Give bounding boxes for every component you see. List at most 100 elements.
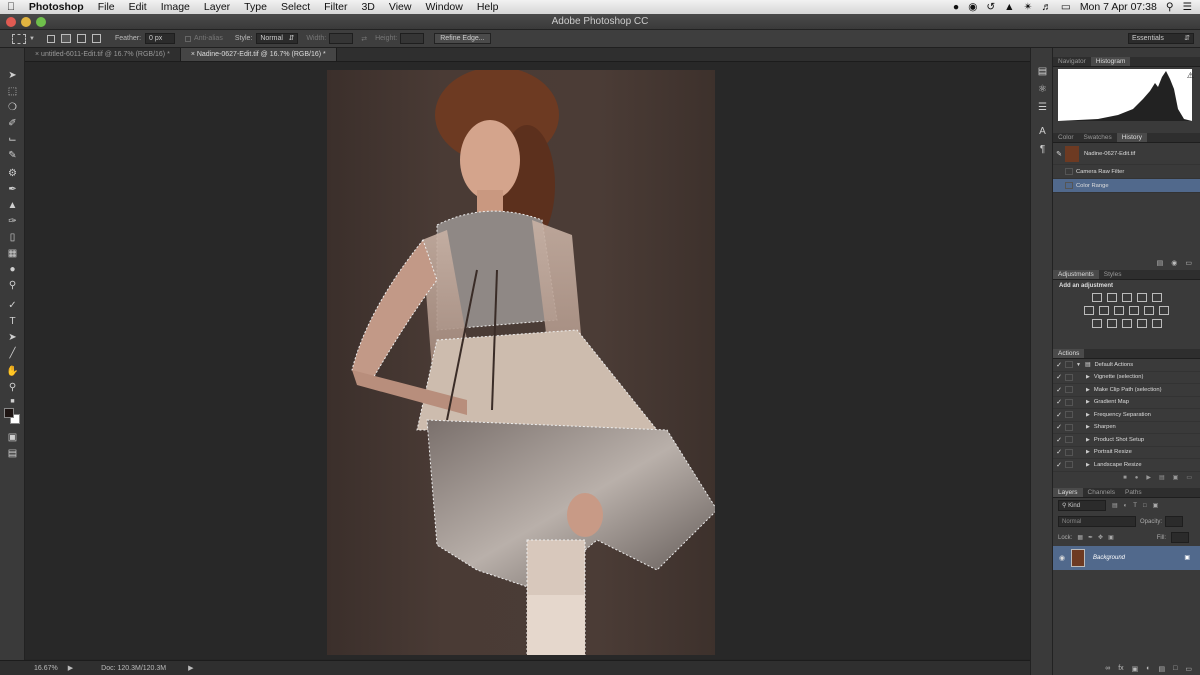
- screen-mode-icon[interactable]: ▤: [6, 448, 19, 460]
- menu-type[interactable]: Type: [237, 1, 274, 13]
- new-document-icon[interactable]: ▤: [1157, 259, 1164, 267]
- fx-icon[interactable]: fx: [1118, 665, 1123, 673]
- tab-channels[interactable]: Channels: [1083, 488, 1120, 497]
- stop-icon[interactable]: ■: [1123, 475, 1127, 481]
- lock-position-icon[interactable]: ✥: [1098, 534, 1103, 541]
- lock-all-icon[interactable]: ▣: [1108, 534, 1114, 541]
- status-menu-arrow[interactable]: ▶: [188, 664, 193, 672]
- new-selection-icon[interactable]: [46, 34, 55, 43]
- tab-adjustments[interactable]: Adjustments: [1053, 270, 1099, 279]
- properties-panel-icon[interactable]: ☰: [1036, 102, 1049, 114]
- camera-icon[interactable]: ◉: [1171, 259, 1177, 267]
- character-panel-icon[interactable]: A: [1036, 126, 1049, 138]
- height-input[interactable]: [400, 33, 425, 44]
- hand-tool-icon[interactable]: ✋: [6, 366, 19, 378]
- paragraph-panel-icon[interactable]: ¶: [1036, 144, 1049, 156]
- invert-icon[interactable]: [1091, 319, 1102, 328]
- minimize-window-button[interactable]: [21, 17, 31, 27]
- posterize-icon[interactable]: [1106, 319, 1117, 328]
- trash-icon[interactable]: ▭: [1185, 259, 1192, 267]
- zoom-tool-icon[interactable]: ⚲: [6, 382, 19, 394]
- document-image[interactable]: [327, 70, 715, 655]
- black-white-icon[interactable]: [1114, 306, 1124, 315]
- close-window-button[interactable]: [6, 17, 16, 27]
- smart-object-filter-icon[interactable]: ▣: [1153, 502, 1159, 509]
- history-item[interactable]: Camera Raw Filter: [1053, 165, 1200, 179]
- type-filter-icon[interactable]: T: [1133, 503, 1137, 509]
- hue-saturation-icon[interactable]: [1084, 306, 1094, 315]
- kind-filter-select[interactable]: ⚲ Kind: [1058, 500, 1106, 511]
- tab-nadine-0627[interactable]: × Nadine-0627-Edit.tif @ 16.7% (RGB/16) …: [180, 48, 337, 61]
- tab-actions[interactable]: Actions: [1053, 349, 1085, 358]
- swap-dimensions-icon[interactable]: ⇄: [361, 35, 367, 43]
- new-set-icon[interactable]: ▤: [1159, 474, 1165, 481]
- trash-icon[interactable]: ▭: [1185, 665, 1192, 673]
- menu-window[interactable]: Window: [418, 1, 469, 13]
- foreground-color-swatch[interactable]: [4, 408, 14, 418]
- history-brush-tool-icon[interactable]: ✑: [6, 216, 19, 228]
- path-selection-tool-icon[interactable]: ➤: [6, 332, 19, 344]
- tab-layers[interactable]: Layers: [1053, 487, 1083, 497]
- anti-alias-checkbox[interactable]: [185, 35, 192, 42]
- menu-3d[interactable]: 3D: [354, 1, 381, 13]
- warning-icon[interactable]: ⚠: [1187, 71, 1194, 80]
- menu-layer[interactable]: Layer: [197, 1, 237, 13]
- trash-icon[interactable]: ▭: [1186, 474, 1192, 481]
- share-icon[interactable]: ▶: [68, 664, 73, 672]
- action-row[interactable]: ✓ ▶ Product Shot Setup: [1053, 434, 1200, 447]
- type-tool-icon[interactable]: T: [6, 316, 19, 328]
- check-icon[interactable]: ✓: [1053, 423, 1065, 431]
- adjustment-layer-icon[interactable]: ◐: [1146, 665, 1150, 673]
- action-row[interactable]: ✓ ▶ Make Clip Path (selection): [1053, 384, 1200, 397]
- check-icon[interactable]: ✓: [1053, 373, 1065, 381]
- vibrance-icon[interactable]: [1151, 293, 1162, 302]
- dialog-toggle[interactable]: [1065, 436, 1073, 444]
- history-brush-source-icon[interactable]: ✎: [1053, 150, 1065, 158]
- action-row[interactable]: ✓ ▶ Frequency Separation: [1053, 409, 1200, 422]
- action-row[interactable]: ✓ ▶ Portrait Resize: [1053, 447, 1200, 459]
- bluetooth-icon[interactable]: ✴: [1024, 1, 1033, 13]
- intersect-selection-icon[interactable]: [91, 34, 101, 43]
- apple-icon[interactable]: : [0, 1, 22, 13]
- tab-color[interactable]: Color: [1053, 133, 1079, 142]
- wifi-icon[interactable]: ▲: [1004, 1, 1014, 13]
- history-item-selected[interactable]: Color Range: [1053, 179, 1200, 193]
- dialog-toggle[interactable]: [1065, 423, 1073, 431]
- pixel-filter-icon[interactable]: ▤: [1112, 502, 1118, 509]
- quick-mask-icon[interactable]: ▣: [6, 432, 19, 444]
- subtract-selection-icon[interactable]: [76, 34, 86, 43]
- add-mask-icon[interactable]: ▣: [1132, 665, 1139, 673]
- dialog-toggle[interactable]: [1065, 448, 1073, 456]
- volume-icon[interactable]: ♬: [1041, 1, 1052, 13]
- creative-cloud-icon[interactable]: ◉: [968, 1, 977, 13]
- lasso-tool-icon[interactable]: ❍: [6, 102, 19, 114]
- expand-triangle-icon[interactable]: ▶: [1086, 462, 1090, 468]
- marquee-preset-icon[interactable]: [12, 33, 26, 44]
- style-select[interactable]: Normal ⇵: [256, 33, 299, 44]
- tab-navigator[interactable]: Navigator: [1053, 57, 1091, 66]
- lock-image-icon[interactable]: ✒: [1088, 534, 1093, 541]
- tab-styles[interactable]: Styles: [1099, 270, 1127, 279]
- check-icon[interactable]: ✓: [1053, 361, 1065, 369]
- dialog-toggle[interactable]: [1065, 373, 1073, 381]
- action-row[interactable]: ✓ ▶ Gradient Map: [1053, 397, 1200, 409]
- eye-icon[interactable]: ◉: [1053, 554, 1071, 562]
- channel-mixer-icon[interactable]: [1144, 306, 1154, 315]
- default-colors-icon[interactable]: ■: [6, 396, 19, 408]
- action-row[interactable]: ✓ ▶ Vignette (selection): [1053, 372, 1200, 384]
- shape-filter-icon[interactable]: □: [1143, 503, 1147, 509]
- menu-select[interactable]: Select: [274, 1, 317, 13]
- spotlight-icon[interactable]: ⚲: [1166, 1, 1174, 13]
- expand-triangle-icon[interactable]: ▶: [1086, 387, 1090, 393]
- history-snapshot[interactable]: ✎ Nadine-0627-Edit.tif: [1053, 143, 1200, 165]
- check-icon[interactable]: ✓: [1053, 461, 1065, 469]
- new-group-icon[interactable]: ▤: [1159, 665, 1166, 673]
- opacity-input[interactable]: [1165, 516, 1184, 527]
- action-row[interactable]: ✓ ▶ Sharpen: [1053, 422, 1200, 434]
- notification-center-icon[interactable]: ☰: [1183, 1, 1192, 13]
- menu-filter[interactable]: Filter: [317, 1, 354, 13]
- move-tool-icon[interactable]: ➤: [6, 70, 19, 82]
- blend-mode-select[interactable]: Normal: [1058, 516, 1136, 527]
- action-row[interactable]: ✓ ▶ Landscape Resize: [1053, 459, 1200, 472]
- blur-tool-icon[interactable]: ●: [6, 264, 19, 276]
